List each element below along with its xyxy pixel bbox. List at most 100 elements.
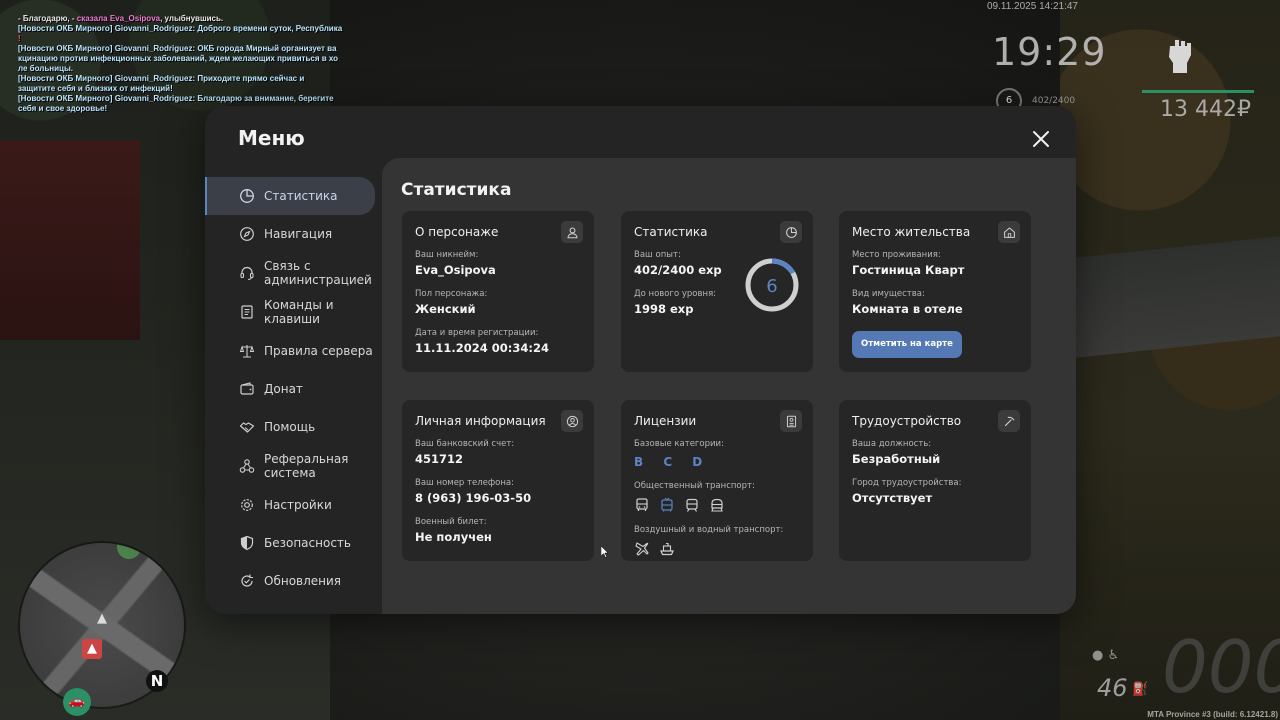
field-label: Вид имущества: — [852, 289, 925, 299]
fuel-level: 46 — [1097, 674, 1128, 702]
sidebar-item-security[interactable]: Безопасность — [205, 524, 381, 562]
car-marker-icon: 🚗 — [63, 688, 91, 716]
subway-icon — [711, 498, 723, 512]
user-icon — [561, 221, 583, 243]
menu-title: Меню — [238, 126, 305, 150]
position-value: Безработный — [852, 452, 941, 466]
field-label: Ваш банковский счет: — [415, 439, 515, 449]
gender-value: Женский — [415, 302, 476, 316]
field-label: Дата и время регистрации: — [415, 328, 539, 338]
sidebar-item-label: Правила сервера — [264, 343, 373, 358]
military-id-value: Не получен — [415, 530, 492, 544]
card-title: Личная информация — [415, 414, 546, 428]
chat-line: [Новости ОКБ Мирного] Giovanni_Rodriguez… — [18, 24, 348, 44]
card-title: Статистика — [634, 225, 708, 239]
health-bar — [1142, 90, 1254, 93]
bus-icon — [636, 498, 648, 511]
gear-icon — [238, 496, 256, 514]
sidebar-item-commands[interactable]: Команды и клавиши — [205, 293, 381, 332]
level-number: 6 — [766, 276, 777, 297]
sidebar-item-label: Обновления — [264, 574, 342, 589]
sidebar-item-updates[interactable]: Обновления — [205, 562, 381, 600]
pie-chart-icon — [238, 187, 256, 205]
fist-icon — [1169, 40, 1191, 73]
property-type-value: Комната в отеле — [852, 302, 963, 316]
hud-date: 09.11.2025 14:21:47 — [986, 1, 1078, 12]
field-label: Место проживания: — [852, 250, 941, 260]
phone-value: 8 (963) 196-03-50 — [415, 491, 532, 505]
chat-line: ле больницы. — [18, 64, 73, 73]
network-icon — [238, 457, 256, 475]
field-label: Воздушный и водный транспорт: — [634, 525, 784, 535]
chat-log: - Благодарю, - сказала Eva_Osipova, улыб… — [18, 14, 348, 114]
pickaxe-icon — [998, 410, 1020, 432]
sidebar-item-statistics[interactable]: Статистика — [205, 177, 375, 215]
chat-line: защитите себя и близких от инфекций! — [18, 84, 173, 93]
background-wall — [0, 140, 140, 340]
field-label: Ваш номер телефона: — [415, 478, 514, 488]
sidebar-item-settings[interactable]: Настройки — [205, 486, 381, 524]
license-icon — [780, 410, 802, 432]
speedometer: 000 — [1162, 625, 1280, 709]
boat-icon — [660, 542, 674, 556]
registration-value: 11.11.2024 00:34:24 — [415, 341, 549, 355]
job-city-value: Отсутствует — [852, 491, 933, 505]
residence-value: Гостиница Кварт — [852, 263, 965, 277]
sidebar-item-referral[interactable]: Реферальная система — [205, 447, 381, 486]
chat-line: кцинацию против инфекционных заболеваний… — [18, 54, 339, 63]
field-label: Базовые категории: — [634, 439, 724, 449]
sidebar-item-label: Безопасность — [264, 536, 351, 551]
scales-icon — [238, 342, 256, 360]
trolleybus-icon — [661, 497, 673, 512]
field-label: Пол персонажа: — [415, 289, 488, 299]
hud-clock: 19:29 — [992, 30, 1107, 74]
chat-rest: , улыбнувшись. — [160, 14, 224, 23]
sidebar-item-navigation[interactable]: Навигация — [205, 215, 381, 253]
sidebar-item-donate[interactable]: Донат — [205, 370, 381, 408]
pie-chart-icon — [780, 221, 802, 243]
chat-line: [Новости ОКБ Мирного] Giovanni_Rodriguez… — [18, 44, 337, 53]
hud-exp: 402/2400 — [1032, 96, 1076, 106]
close-icon[interactable] — [1029, 127, 1053, 151]
warning-marker-icon: ▲ — [82, 639, 102, 659]
base-license-categories: B C D — [634, 455, 711, 469]
field-label: Ваша должность: — [852, 439, 932, 449]
sidebar-item-label: Реферальная система — [264, 451, 349, 480]
menu-window: Меню Статистика Навигация Связь с админи… — [205, 106, 1076, 614]
sidebar-item-label: Настройки — [264, 497, 332, 512]
card-title: О персонаже — [415, 225, 499, 239]
airplane-icon — [635, 542, 649, 556]
compass-north: N — [146, 670, 168, 692]
chat-tail: ! — [18, 34, 21, 43]
user-circle-icon — [561, 410, 583, 432]
player-arrow-icon: ▲ — [97, 611, 107, 626]
public-transport-licenses — [634, 497, 800, 513]
sidebar-item-label: Помощь — [264, 420, 316, 435]
document-icon — [238, 303, 256, 321]
sidebar-item-label: Статистика — [264, 189, 338, 203]
chat-line: - Благодарю, - сказала Eva_Osipova, улыб… — [18, 14, 348, 24]
card-title: Лицензии — [634, 414, 697, 428]
mark-on-map-button[interactable]: Отметить на карте — [852, 331, 962, 358]
shield-icon — [238, 534, 256, 552]
sidebar-item-label: Донат — [264, 381, 303, 396]
sidebar-item-admin-contact[interactable]: Связь с администрацией — [205, 254, 381, 293]
chat-line: [Новости ОКБ Мирного] Giovanni_Rodriguez… — [18, 94, 334, 103]
field-label: Общественный транспорт: — [634, 481, 755, 491]
card-stats: Статистика Ваш опыт: 402/2400 exp До нов… — [621, 211, 813, 372]
field-label: Военный билет: — [415, 517, 487, 527]
sidebar-item-help[interactable]: Помощь — [205, 408, 381, 446]
content-panel: Статистика О персонаже Ваш никнейм: Eva_… — [382, 158, 1076, 614]
content-title: Статистика — [401, 180, 512, 200]
card-licenses: Лицензии Базовые категории: B C D Общест… — [621, 400, 813, 561]
sidebar: Статистика Навигация Связь с администрац… — [205, 177, 381, 601]
sidebar-item-label: Команды и клавиши — [264, 297, 334, 326]
sidebar-item-server-rules[interactable]: Правила сервера — [205, 332, 381, 370]
fuel-icon: ⛽ — [1132, 682, 1149, 697]
sidebar-item-label: Связь с администрацией — [264, 259, 372, 288]
handshake-icon — [238, 418, 256, 436]
wallet-icon — [238, 380, 256, 398]
sidebar-item-label: Навигация — [264, 227, 333, 242]
chat-prefix: - Благодарю, - — [18, 14, 77, 23]
headset-icon — [238, 264, 256, 282]
